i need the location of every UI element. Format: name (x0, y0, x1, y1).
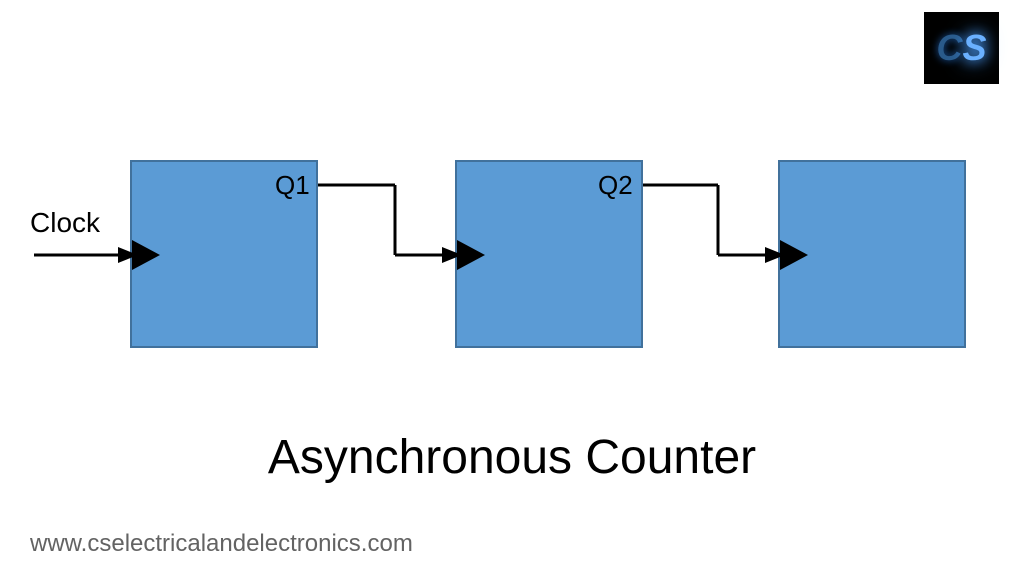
diagram-title: Asynchronous Counter (0, 430, 1024, 485)
logo-letter-s: S (962, 27, 986, 68)
clock-input-label: Clock (30, 207, 100, 239)
logo-text: CS (936, 27, 986, 69)
diagram-container: Clock Q1 Q2 (0, 145, 1024, 385)
site-logo: CS (924, 12, 999, 84)
website-url: www.cselectricalandelectronics.com (30, 530, 413, 558)
output-q1-label: Q1 (275, 170, 310, 201)
logo-letter-c: C (936, 27, 962, 68)
flipflop-block-3 (778, 160, 966, 348)
output-q2-label: Q2 (598, 170, 633, 201)
